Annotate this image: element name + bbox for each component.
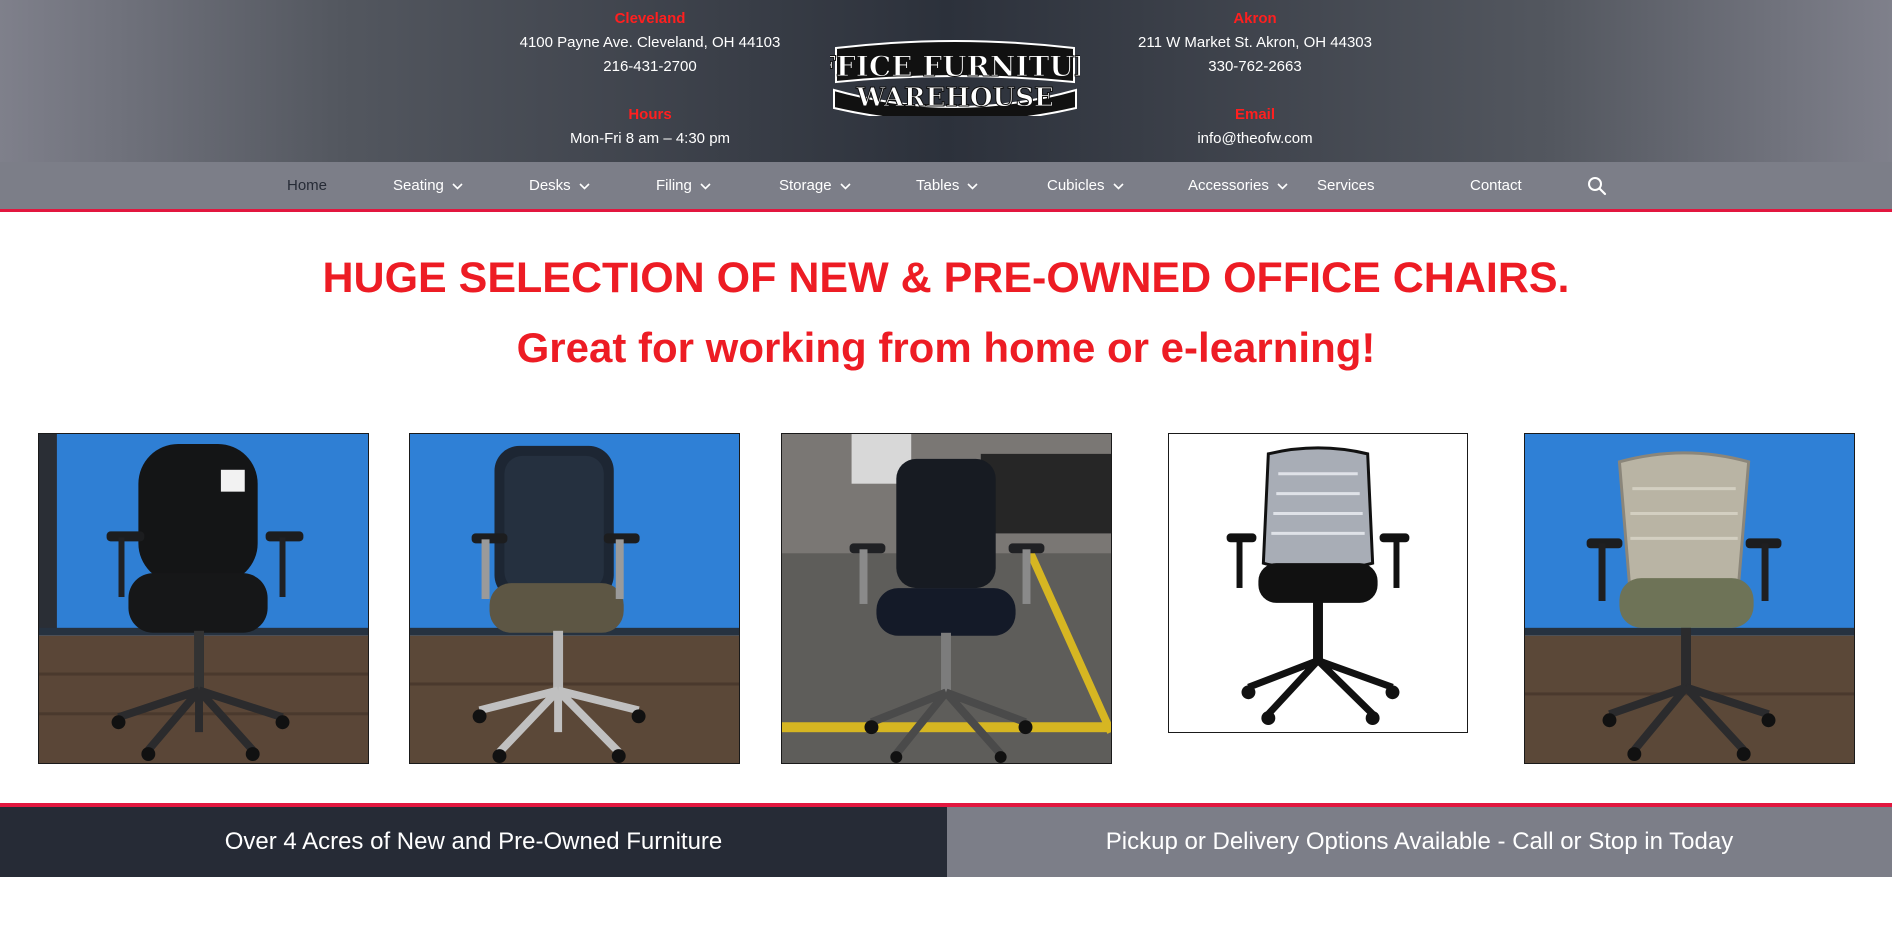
site-logo[interactable]: OFFICE FURNITURE WAREHOUSE: [791, 40, 1119, 123]
banner-pickup-delivery: Pickup or Delivery Options Available - C…: [947, 807, 1892, 877]
nav-label: Home: [287, 177, 328, 194]
nav-item-home[interactable]: Home: [287, 162, 327, 209]
cleveland-address: 4100 Payne Ave. Cleveland, OH 44103: [519, 34, 781, 51]
hero-headline: HUGE SELECTION OF NEW & PRE-OWNED OFFICE…: [322, 254, 1570, 302]
nav-item-seating[interactable]: Seating: [393, 162, 463, 209]
chair-image-tan-mesh[interactable]: [1524, 433, 1855, 764]
nav-item-accessories[interactable]: Accessories: [1188, 162, 1288, 209]
chair-image-mesh-white[interactable]: [1168, 433, 1468, 733]
hours-text: Mon-Fri 8 am – 4:30 pm: [569, 130, 731, 147]
akron-label: Akron: [1233, 10, 1277, 27]
chevron-down-icon: [839, 182, 851, 190]
nav-item-tables[interactable]: Tables: [916, 162, 978, 209]
cleveland-phone[interactable]: 216-431-2700: [490, 55, 810, 79]
svg-text:OFFICE FURNITURE: OFFICE FURNITURE: [830, 50, 1080, 83]
nav-label: Accessories: [1188, 177, 1269, 194]
akron-phone[interactable]: 330-762-2663: [1095, 55, 1415, 79]
nav-label: Seating: [393, 177, 444, 194]
site-header: Cleveland 4100 Payne Ave. Cleveland, OH …: [0, 0, 1892, 162]
nav-label: Tables: [916, 177, 960, 194]
nav-item-filing[interactable]: Filing: [656, 162, 711, 209]
banner-acres: Over 4 Acres of New and Pre-Owned Furnit…: [0, 807, 947, 877]
chevron-down-icon: [1277, 182, 1288, 190]
email-link[interactable]: info@theofw.com: [1095, 127, 1415, 151]
nav-label: Filing: [656, 177, 692, 194]
chevron-down-icon: [1112, 182, 1124, 190]
nav-item-services[interactable]: Services: [1317, 162, 1375, 209]
chair-image-mesh-leather[interactable]: [409, 433, 740, 764]
email-label: Email: [1234, 106, 1276, 123]
nav-label: Cubicles: [1047, 177, 1105, 194]
cleveland-label: Cleveland: [614, 10, 686, 27]
akron-contact: Akron 211 W Market St. Akron, OH 44303 3…: [1095, 7, 1415, 79]
chevron-down-icon: [700, 182, 711, 190]
nav-label: Services: [1317, 177, 1375, 194]
akron-address: 211 W Market St. Akron, OH 44303: [1138, 34, 1372, 51]
chevron-down-icon: [579, 182, 590, 190]
nav-item-desks[interactable]: Desks: [529, 162, 590, 209]
svg-text:WAREHOUSE: WAREHOUSE: [855, 83, 1054, 113]
hours-label: Hours: [628, 106, 672, 123]
chevron-down-icon: [967, 182, 978, 190]
nav-item-cubicles[interactable]: Cubicles: [1047, 162, 1124, 209]
nav-item-contact[interactable]: Contact: [1470, 162, 1522, 209]
nav-label: Desks: [529, 177, 571, 194]
nav-item-storage[interactable]: Storage: [779, 162, 851, 209]
nav-label: Contact: [1470, 177, 1522, 194]
hours-info: Hours Mon-Fri 8 am – 4:30 pm: [490, 103, 810, 151]
hero-subheadline: Great for working from home or e-learnin…: [516, 324, 1376, 371]
nav-label: Storage: [779, 177, 832, 194]
chair-image-mesh-warehouse[interactable]: [781, 433, 1112, 764]
chevron-down-icon: [452, 182, 463, 190]
chair-image-black-upholstered[interactable]: [38, 433, 369, 764]
cleveland-contact: Cleveland 4100 Payne Ave. Cleveland, OH …: [490, 7, 810, 79]
search-icon[interactable]: [1586, 175, 1608, 197]
main-nav: Home Seating Desks Filing Storage Tables…: [0, 162, 1892, 212]
email-info: Email info@theofw.com: [1095, 103, 1415, 151]
